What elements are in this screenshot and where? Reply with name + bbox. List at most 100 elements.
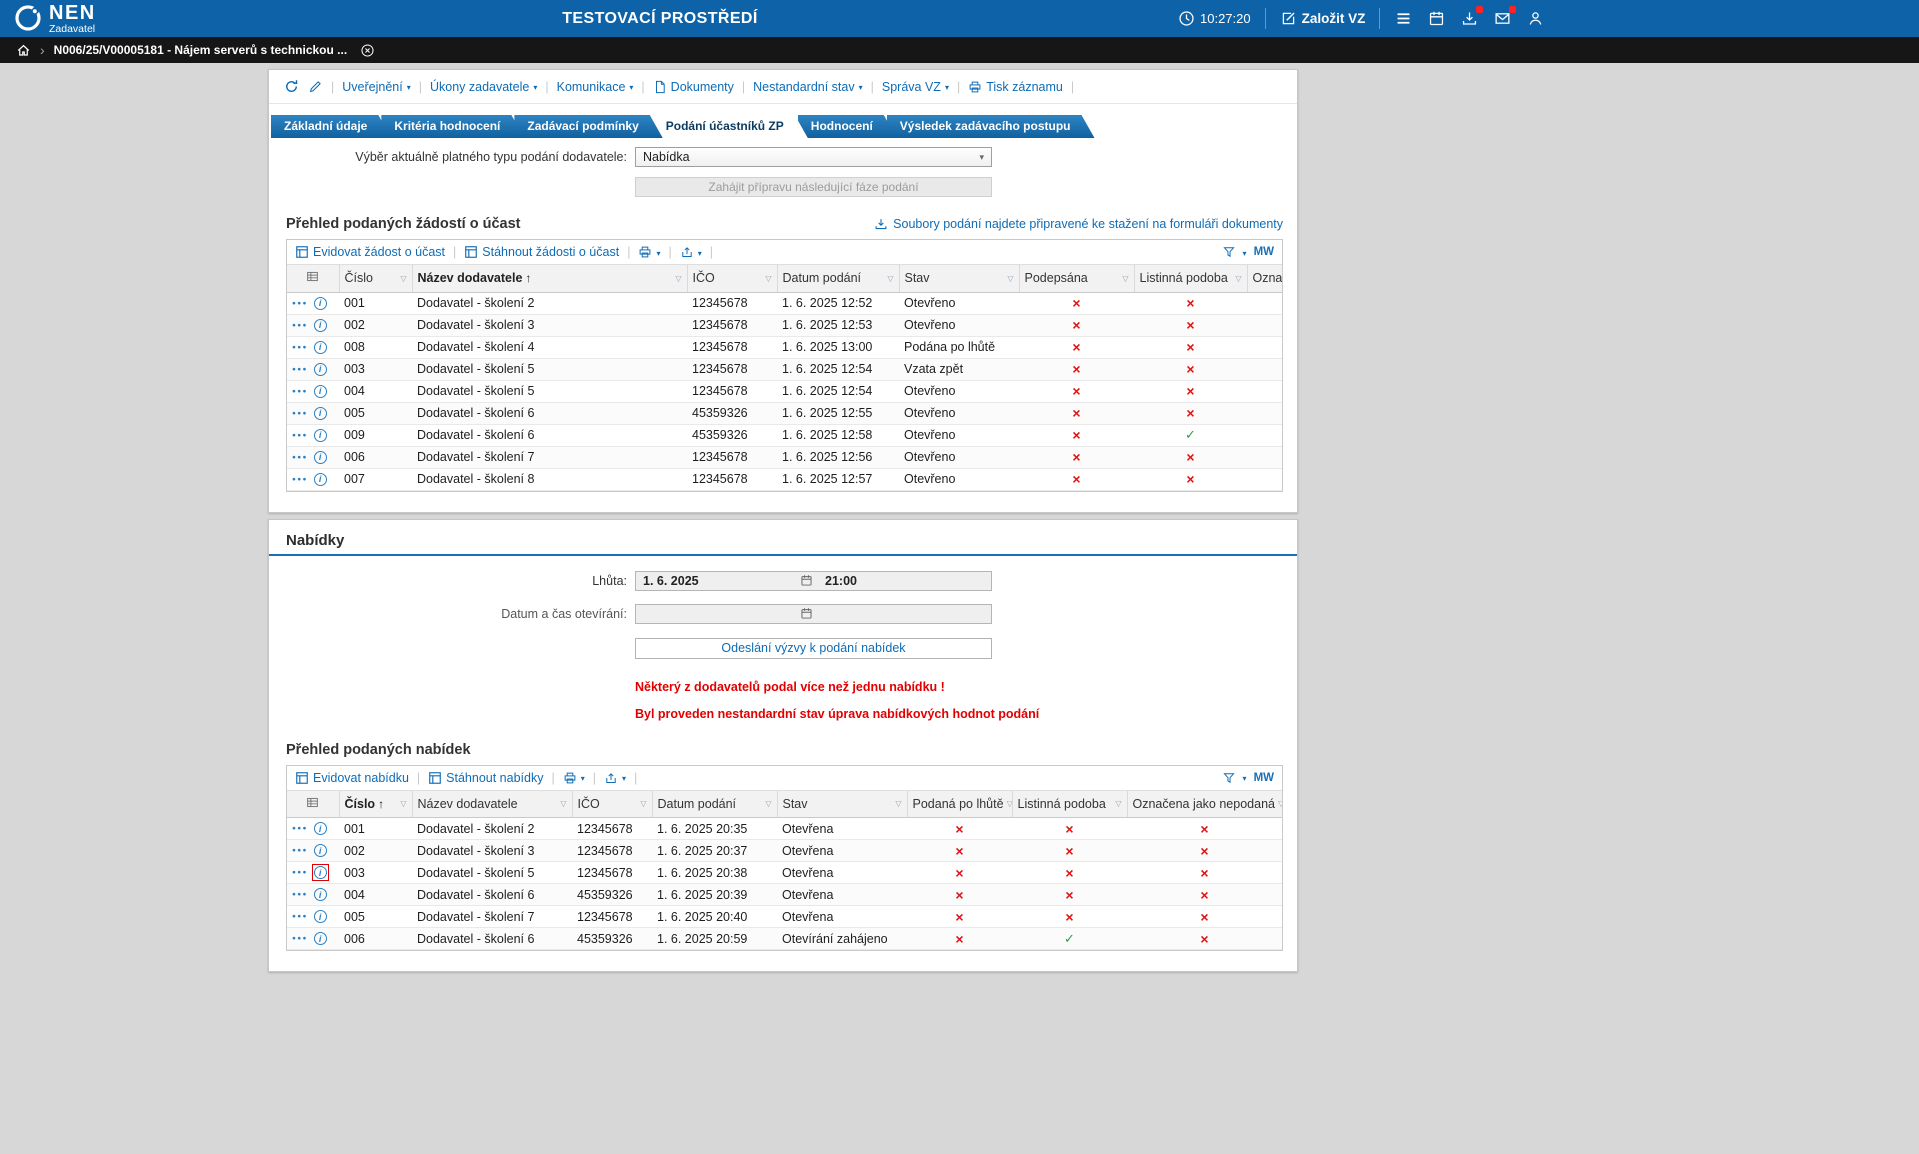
row-menu-icon[interactable]: ●●● bbox=[292, 847, 308, 854]
send-invitation-button[interactable]: Odeslání výzvy k podání nabídek bbox=[635, 638, 992, 659]
filter-caret-icon[interactable]: ▽ bbox=[675, 274, 681, 283]
filter-caret-icon[interactable]: ▽ bbox=[400, 274, 406, 283]
deadline-time-input[interactable]: 21:00 bbox=[813, 574, 857, 588]
row-menu-icon[interactable]: ●●● bbox=[292, 891, 308, 898]
menu-dokumenty[interactable]: Dokumenty bbox=[653, 80, 734, 94]
row-menu-icon[interactable]: ●●● bbox=[292, 300, 308, 307]
table-row[interactable]: ●●● i 008 Dodavatel - školení 4 12345678… bbox=[287, 336, 1282, 358]
export-grid-button[interactable]: ▾ bbox=[680, 245, 702, 259]
info-icon-button[interactable]: i bbox=[313, 821, 328, 836]
filter-icon[interactable] bbox=[1222, 245, 1236, 259]
info-icon-button[interactable]: i bbox=[313, 296, 328, 311]
info-icon-button[interactable]: i bbox=[313, 843, 328, 858]
refresh-icon[interactable] bbox=[283, 78, 300, 95]
start-next-phase-button[interactable]: Zahájit přípravu následující fáze podání bbox=[635, 177, 992, 197]
evidovat-nabidku-button[interactable]: Evidovat nabídku bbox=[295, 771, 409, 785]
messages-button[interactable] bbox=[1493, 9, 1512, 28]
column-chooser[interactable] bbox=[287, 791, 339, 818]
col-ico[interactable]: IČO▽ bbox=[572, 791, 652, 818]
col-cislo[interactable]: Číslo▽ bbox=[339, 265, 412, 292]
filing-type-select[interactable]: Nabídka ▾ bbox=[635, 147, 992, 167]
info-icon-button[interactable]: i bbox=[313, 362, 328, 377]
col-ico[interactable]: IČO▽ bbox=[687, 265, 777, 292]
menu-ukony-zadavatele[interactable]: Úkony zadavatele ▾ bbox=[430, 80, 537, 94]
filter-caret-icon[interactable]: ▽ bbox=[1122, 274, 1128, 283]
col-stav[interactable]: Stav▽ bbox=[899, 265, 1019, 292]
deadline-field[interactable]: 1. 6. 2025 21:00 bbox=[635, 571, 992, 591]
col-oznacena-nepodana[interactable]: Označena jako nepodaná bbox=[1247, 265, 1282, 292]
col-datum-podani[interactable]: Datum podání▽ bbox=[652, 791, 777, 818]
mw-toggle[interactable]: MW bbox=[1254, 772, 1274, 784]
menu-uverejneni[interactable]: Uveřejnění ▾ bbox=[342, 80, 410, 94]
row-menu-icon[interactable]: ●●● bbox=[292, 869, 308, 876]
filter-caret-icon[interactable]: ▽ bbox=[895, 799, 901, 808]
table-row[interactable]: ●●● i 006 Dodavatel - školení 6 45359326… bbox=[287, 928, 1282, 950]
filter-caret-icon[interactable]: ▽ bbox=[1007, 799, 1012, 808]
print-grid-button[interactable]: ▾ bbox=[563, 771, 585, 785]
filter-caret-icon[interactable]: ▽ bbox=[1278, 799, 1282, 808]
menu-komunikace[interactable]: Komunikace ▾ bbox=[557, 80, 634, 94]
table-row[interactable]: ●●● i 009 Dodavatel - školení 6 45359326… bbox=[287, 424, 1282, 446]
table-row[interactable]: ●●● i 003 Dodavatel - školení 5 12345678… bbox=[287, 358, 1282, 380]
opening-field[interactable] bbox=[635, 604, 992, 624]
col-cislo[interactable]: Číslo↑▽ bbox=[339, 791, 412, 818]
evidovat-zadost-button[interactable]: Evidovat žádost o účast bbox=[295, 245, 445, 259]
info-icon-button[interactable]: i bbox=[313, 931, 328, 946]
filter-icon[interactable] bbox=[1222, 771, 1236, 785]
row-menu-icon[interactable]: ●●● bbox=[292, 388, 308, 395]
row-menu-icon[interactable]: ●●● bbox=[292, 410, 308, 417]
files-download-link[interactable]: Soubory podání najdete připravené ke sta… bbox=[874, 217, 1283, 231]
app-logo[interactable]: NEN Zadavatel bbox=[13, 3, 96, 35]
row-menu-icon[interactable]: ●●● bbox=[292, 935, 308, 942]
row-menu-icon[interactable]: ●●● bbox=[292, 432, 308, 439]
mw-toggle[interactable]: MW bbox=[1254, 246, 1274, 258]
col-nazev-dodavatele[interactable]: Název dodavatele▽ bbox=[412, 791, 572, 818]
info-icon-button[interactable]: i bbox=[313, 318, 328, 333]
create-vz-button[interactable]: Založit VZ bbox=[1280, 10, 1366, 27]
tab-zakladni-udaje[interactable]: Základní údaje bbox=[271, 115, 391, 138]
info-icon-button[interactable]: i bbox=[313, 472, 328, 487]
menu-button[interactable] bbox=[1394, 9, 1413, 28]
chevron-down-icon[interactable]: ▾ bbox=[1243, 249, 1247, 258]
filter-caret-icon[interactable]: ▽ bbox=[765, 799, 771, 808]
info-icon-button[interactable]: i bbox=[313, 340, 328, 355]
edit-icon[interactable] bbox=[308, 79, 323, 94]
col-datum-podani[interactable]: Datum podání▽ bbox=[777, 265, 899, 292]
stahnout-zadosti-button[interactable]: Stáhnout žádosti o účast bbox=[464, 245, 619, 259]
info-icon-button[interactable]: i bbox=[313, 428, 328, 443]
tab-zadavaci-podminky[interactable]: Zadávací podmínky bbox=[514, 115, 662, 138]
row-menu-icon[interactable]: ●●● bbox=[292, 476, 308, 483]
col-podepsana[interactable]: Podepsána▽ bbox=[1019, 265, 1134, 292]
filter-caret-icon[interactable]: ▽ bbox=[887, 274, 893, 283]
calendar-icon[interactable] bbox=[800, 607, 813, 620]
export-grid-button[interactable]: ▾ bbox=[604, 771, 626, 785]
home-icon[interactable] bbox=[16, 43, 31, 58]
table-row[interactable]: ●●● i 005 Dodavatel - školení 6 45359326… bbox=[287, 402, 1282, 424]
row-menu-icon[interactable]: ●●● bbox=[292, 913, 308, 920]
print-grid-button[interactable]: ▾ bbox=[638, 245, 660, 259]
table-row[interactable]: ●●● i 001 Dodavatel - školení 2 12345678… bbox=[287, 292, 1282, 314]
stahnout-nabidky-button[interactable]: Stáhnout nabídky bbox=[428, 771, 543, 785]
menu-nestandardni-stav[interactable]: Nestandardní stav ▾ bbox=[753, 80, 862, 94]
tab-vysledek[interactable]: Výsledek zadávacího postupu bbox=[887, 115, 1095, 138]
col-podana-po-lhute[interactable]: Podaná po lhůtě▽ bbox=[907, 791, 1012, 818]
row-menu-icon[interactable]: ●●● bbox=[292, 322, 308, 329]
tab-hodnoceni[interactable]: Hodnocení bbox=[798, 115, 897, 138]
row-menu-icon[interactable]: ●●● bbox=[292, 366, 308, 373]
chevron-down-icon[interactable]: ▾ bbox=[1243, 774, 1247, 783]
profile-button[interactable] bbox=[1526, 9, 1545, 28]
col-stav[interactable]: Stav▽ bbox=[777, 791, 907, 818]
filter-caret-icon[interactable]: ▽ bbox=[1007, 274, 1013, 283]
table-row[interactable]: ●●● i 004 Dodavatel - školení 5 12345678… bbox=[287, 380, 1282, 402]
col-listinna-podoba[interactable]: Listinná podoba▽ bbox=[1012, 791, 1127, 818]
filter-caret-icon[interactable]: ▽ bbox=[1235, 274, 1241, 283]
row-menu-icon[interactable]: ●●● bbox=[292, 344, 308, 351]
table-row[interactable]: ●●● i 001 Dodavatel - školení 2 12345678… bbox=[287, 818, 1282, 840]
col-nazev-dodavatele[interactable]: Název dodavatele↑▽ bbox=[412, 265, 687, 292]
col-listinna-podoba[interactable]: Listinná podoba▽ bbox=[1134, 265, 1247, 292]
tab-podani-ucastniku[interactable]: Podání účastníků ZP bbox=[653, 115, 808, 138]
info-icon-button[interactable]: i bbox=[313, 406, 328, 421]
info-icon-button[interactable]: i bbox=[313, 865, 328, 880]
menu-sprava-vz[interactable]: Správa VZ ▾ bbox=[882, 80, 949, 94]
tab-kriteria-hodnoceni[interactable]: Kritéria hodnocení bbox=[381, 115, 524, 138]
